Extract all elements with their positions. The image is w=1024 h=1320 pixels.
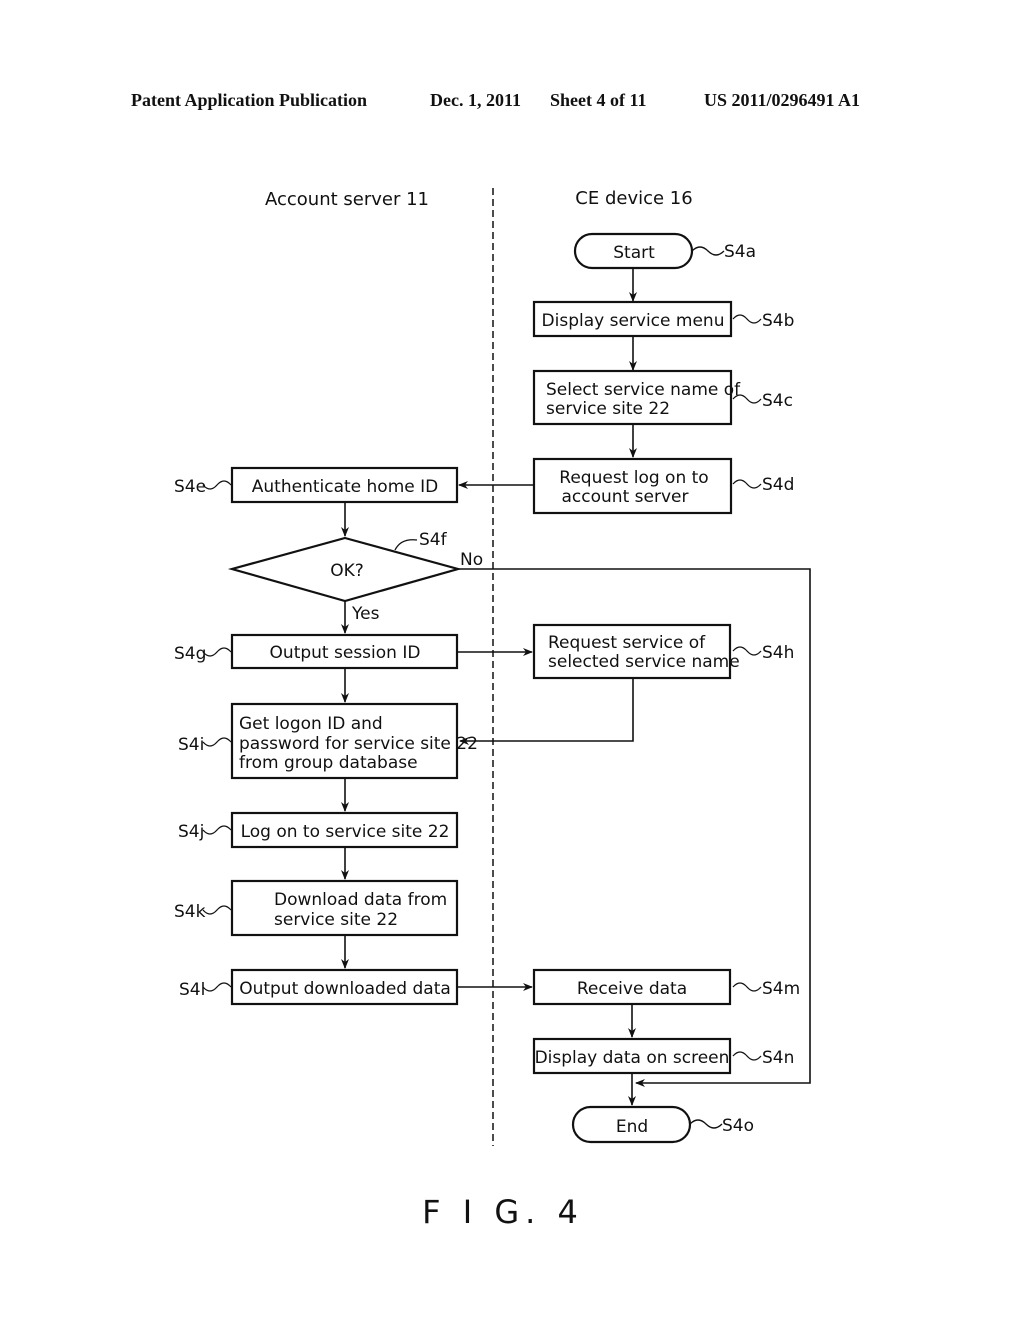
arrow-s4h-s4i — [459, 678, 634, 745]
step-s4d-id: S4d — [762, 475, 794, 495]
step-s4i-text-3: from group database — [239, 753, 418, 773]
step-s4n-id: S4n — [762, 1048, 794, 1068]
step-s4k-text-1: Download data from — [274, 890, 447, 910]
step-s4j-id: S4j — [178, 822, 204, 842]
step-s4g-text: Output session ID — [270, 643, 421, 663]
branch-no-label: No — [460, 550, 483, 570]
lane-ce-device: CE device 16 — [575, 188, 692, 209]
step-s4f-decision: OK? S4f — [227, 530, 463, 603]
figure-label: F I G. 4 — [422, 1193, 584, 1231]
step-s4e-authenticate: Authenticate home ID S4e — [174, 466, 459, 504]
step-s4h-text-2: selected service name — [548, 652, 740, 672]
step-s4n-text: Display data on screen — [535, 1048, 730, 1068]
step-s4g-id: S4g — [174, 644, 206, 664]
step-s4k-id: S4k — [174, 902, 206, 922]
flowchart: Account server 11 CE device 16 Start S4a… — [174, 188, 811, 1231]
step-s4h-id: S4h — [762, 643, 794, 663]
step-s4j-text: Log on to service site 22 — [241, 822, 450, 842]
step-s4l-id: S4l — [179, 980, 205, 1000]
step-s4m-receive-data: Receive data S4m — [532, 968, 800, 1006]
step-s4o-id: S4o — [722, 1116, 754, 1136]
step-s4k-download: Download data from service site 22 S4k — [174, 879, 459, 937]
step-s4o-text: End — [616, 1117, 648, 1137]
step-s4f-id: S4f — [419, 530, 448, 550]
step-s4d-text-1: Request log on to — [559, 468, 708, 488]
step-s4c-select-service: Select service name of service site 22 S… — [532, 369, 793, 426]
step-s4k-text-2: service site 22 — [274, 910, 398, 930]
step-s4c-id: S4c — [762, 391, 793, 411]
step-s4b-text: Display service menu — [542, 311, 725, 331]
step-s4i-text-2: password for service site 22 — [239, 734, 478, 754]
step-s4c-text-1: Select service name of — [546, 380, 741, 400]
step-s4e-text: Authenticate home ID — [252, 477, 438, 497]
step-s4j-log-on: Log on to service site 22 S4j — [178, 811, 459, 849]
branch-yes-label: Yes — [351, 604, 380, 624]
step-s4o-end: End S4o — [571, 1105, 754, 1144]
step-s4b-display-service-menu: Display service menu S4b — [532, 300, 794, 338]
step-s4d-text-2: account server — [562, 487, 689, 507]
step-s4l-output-data: Output downloaded data S4l — [179, 968, 459, 1006]
step-s4h-text-1: Request service of — [548, 633, 706, 653]
step-s4g-output-session: Output session ID S4g — [174, 633, 459, 670]
step-s4h-request-service: Request service of selected service name… — [532, 623, 794, 680]
step-s4m-id: S4m — [762, 979, 800, 999]
step-s4l-text: Output downloaded data — [239, 979, 451, 999]
step-s4a-text: Start — [613, 243, 655, 263]
step-s4f-text: OK? — [330, 561, 364, 581]
step-s4b-id: S4b — [762, 311, 794, 331]
step-s4a-start: Start S4a — [573, 232, 756, 270]
step-s4c-text-2: service site 22 — [546, 399, 670, 419]
step-s4i-id: S4i — [178, 735, 204, 755]
step-s4i-text-1: Get logon ID and — [239, 714, 383, 734]
step-s4n-display-data: Display data on screen S4n — [532, 1037, 794, 1075]
step-s4e-id: S4e — [174, 477, 206, 497]
step-s4d-request-logon: Request log on to account server S4d — [532, 457, 794, 515]
step-s4a-id: S4a — [724, 242, 756, 262]
step-s4m-text: Receive data — [577, 979, 687, 999]
lane-account-server: Account server 11 — [265, 189, 429, 210]
step-s4i-get-logon: Get logon ID and password for service si… — [178, 702, 478, 780]
